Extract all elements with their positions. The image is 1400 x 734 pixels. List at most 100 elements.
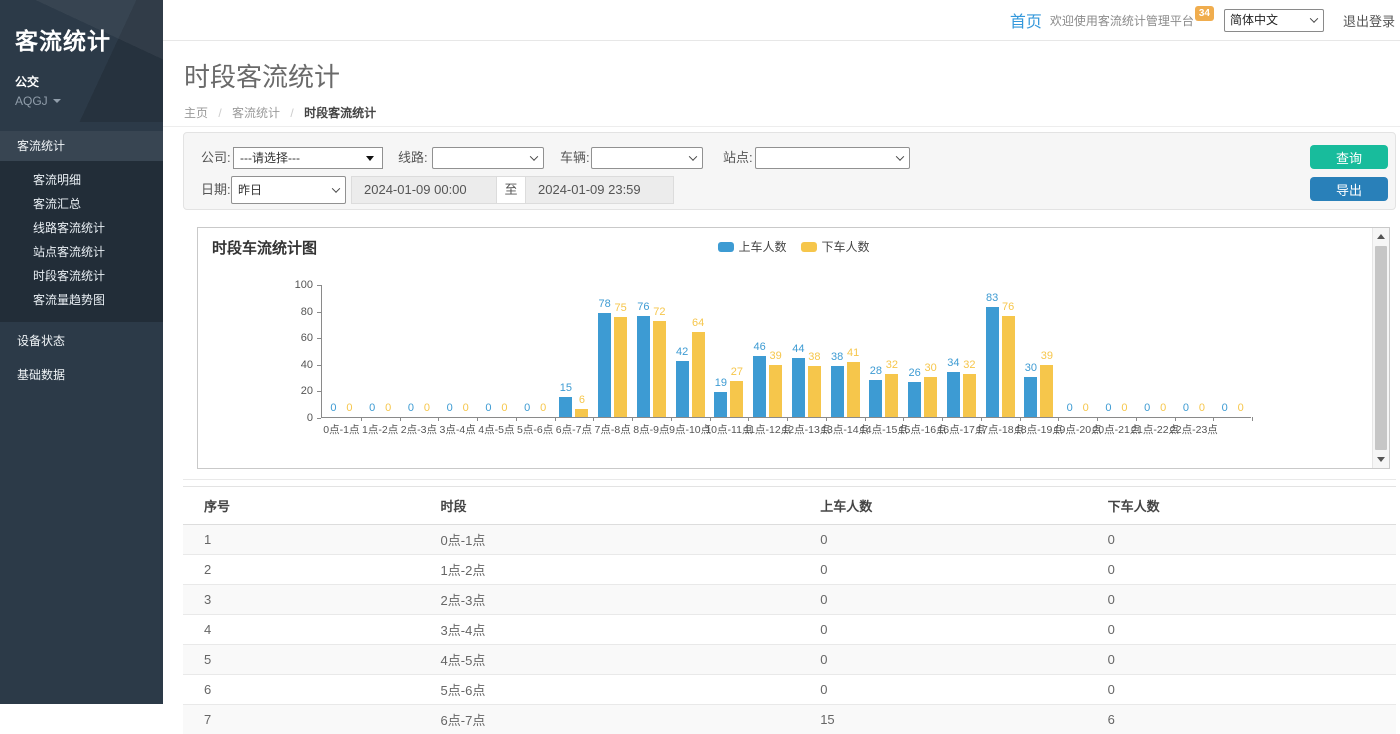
bar-series-1 bbox=[885, 374, 898, 417]
user-name: AQGJ bbox=[15, 94, 48, 108]
table-row: 65点-6点00 bbox=[183, 675, 1396, 705]
date-from-input[interactable]: 2024-01-09 00:00 bbox=[351, 176, 497, 204]
sidebar-subitem[interactable]: 客流汇总 bbox=[0, 192, 163, 216]
breadcrumb-passenger-stats[interactable]: 客流统计 bbox=[232, 106, 280, 120]
scroll-up-icon[interactable] bbox=[1377, 234, 1385, 239]
bar-value-label: 38 bbox=[831, 351, 843, 363]
bar-series-1 bbox=[963, 374, 976, 417]
sidebar-subitem[interactable]: 时段客流统计 bbox=[0, 264, 163, 288]
bar-value-label: 75 bbox=[615, 302, 627, 314]
x-axis-tick bbox=[593, 417, 594, 421]
bar-value-label: 0 bbox=[501, 402, 507, 414]
sidebar-subitem[interactable]: 线路客流统计 bbox=[0, 216, 163, 240]
bar-series-1 bbox=[769, 365, 782, 417]
bar-value-label: 15 bbox=[560, 382, 572, 394]
x-axis-tick bbox=[555, 417, 556, 421]
x-axis-tick bbox=[1058, 417, 1059, 421]
breadcrumb: 主页 / 客流统计 / 时段客流统计 bbox=[184, 104, 1400, 121]
line-label: 线路: bbox=[398, 147, 428, 169]
table-cell: 0 bbox=[799, 615, 1086, 645]
table-cell: 5 bbox=[183, 645, 420, 675]
bar-value-label: 30 bbox=[925, 362, 937, 374]
bar-value-label: 0 bbox=[1105, 402, 1111, 414]
sidebar-subitem[interactable]: 站点客流统计 bbox=[0, 240, 163, 264]
logout-link[interactable]: 退出登录 bbox=[1343, 11, 1395, 30]
y-axis-tick bbox=[317, 338, 321, 339]
time-period-table: 序号 时段 上车人数 下车人数 10点-1点0021点-2点0032点-3点00… bbox=[183, 486, 1396, 734]
chart-legend: 上车人数 下车人数 bbox=[717, 238, 869, 255]
line-select[interactable] bbox=[432, 147, 544, 169]
bar-value-label: 0 bbox=[385, 402, 391, 414]
bar-value-label: 32 bbox=[963, 359, 975, 371]
date-preset-select[interactable]: 昨日 bbox=[231, 176, 346, 204]
x-axis-tick bbox=[787, 417, 788, 421]
bar-value-label: 0 bbox=[330, 402, 336, 414]
org-label: 公交 bbox=[15, 73, 148, 90]
legend-label-boarding: 上车人数 bbox=[738, 238, 786, 255]
bar-value-label: 76 bbox=[637, 301, 649, 313]
sidebar: 客流统计 公交 AQGJ 客流统计 客流明细客流汇总线路客流统计站点客流统计时段… bbox=[0, 0, 163, 704]
station-select[interactable] bbox=[755, 147, 910, 169]
user-dropdown[interactable]: AQGJ bbox=[15, 94, 148, 108]
vehicle-select[interactable] bbox=[591, 147, 703, 169]
sidebar-item-device-status[interactable]: 设备状态 bbox=[0, 326, 163, 356]
table-cell: 2 bbox=[183, 555, 420, 585]
sidebar-item-base-data[interactable]: 基础数据 bbox=[0, 360, 163, 390]
y-axis-tick bbox=[317, 312, 321, 313]
bar-series-0 bbox=[908, 382, 921, 417]
dropdown-arrow-icon bbox=[366, 156, 374, 161]
company-label: 公司: bbox=[201, 147, 231, 169]
bar-value-label: 38 bbox=[808, 351, 820, 363]
bar-series-1 bbox=[847, 362, 860, 417]
chart-plot: 020406080100000点-1点001点-2点002点-3点003点-4点… bbox=[321, 285, 1251, 418]
main-area: 首页 欢迎使用客流统计管理平台 34 简体中文 退出登录 时段客流统计 主页 /… bbox=[163, 0, 1400, 704]
vehicle-label: 车辆: bbox=[560, 147, 590, 169]
bar-series-0 bbox=[559, 397, 572, 417]
station-select-wrap bbox=[755, 147, 910, 169]
y-axis-tick bbox=[317, 365, 321, 366]
language-select[interactable]: 简体中文 bbox=[1224, 9, 1324, 32]
scrollbar-thumb[interactable] bbox=[1375, 246, 1387, 450]
bar-value-label: 0 bbox=[424, 402, 430, 414]
date-to-input[interactable]: 2024-01-09 23:59 bbox=[525, 176, 674, 204]
sidebar-subitem[interactable]: 客流明细 bbox=[0, 168, 163, 192]
x-axis-tick bbox=[671, 417, 672, 421]
home-link[interactable]: 首页 bbox=[1010, 8, 1042, 32]
company-select[interactable]: ---请选择--- bbox=[233, 147, 383, 169]
x-axis-label: 5点-6点 bbox=[517, 422, 553, 437]
x-axis-tick bbox=[981, 417, 982, 421]
scroll-down-icon[interactable] bbox=[1377, 457, 1385, 462]
x-axis-tick bbox=[516, 417, 517, 421]
chart-vertical-scrollbar[interactable] bbox=[1372, 228, 1389, 468]
x-axis-label: 0点-1点 bbox=[323, 422, 359, 437]
bar-series-1 bbox=[1002, 316, 1015, 417]
table-row: 10点-1点00 bbox=[183, 525, 1396, 555]
x-axis-tick bbox=[826, 417, 827, 421]
sidebar-section-passenger-stats[interactable]: 客流统计 bbox=[0, 131, 163, 161]
bar-value-label: 0 bbox=[1199, 402, 1205, 414]
x-axis-tick bbox=[748, 417, 749, 421]
table-cell: 0 bbox=[1087, 555, 1396, 585]
breadcrumb-home[interactable]: 主页 bbox=[184, 106, 208, 120]
sidebar-subitem[interactable]: 客流量趋势图 bbox=[0, 288, 163, 312]
export-button[interactable]: 导出 bbox=[1310, 177, 1388, 201]
x-axis-label: 8点-9点 bbox=[633, 422, 669, 437]
bar-value-label: 0 bbox=[346, 402, 352, 414]
bar-series-0 bbox=[792, 358, 805, 417]
table-cell: 0点-1点 bbox=[420, 525, 800, 555]
chevron-down-icon bbox=[53, 99, 61, 103]
table-cell: 0 bbox=[1087, 675, 1396, 705]
date-range-separator: 至 bbox=[497, 176, 525, 204]
sidebar-menu: 客流统计 客流明细客流汇总线路客流统计站点客流统计时段客流统计客流量趋势图 设备… bbox=[0, 131, 163, 390]
x-axis-tick bbox=[1097, 417, 1098, 421]
bar-series-1 bbox=[575, 409, 588, 417]
table-cell: 3点-4点 bbox=[420, 615, 800, 645]
date-label: 日期: bbox=[201, 176, 231, 204]
query-button[interactable]: 查询 bbox=[1310, 145, 1388, 169]
section-divider bbox=[183, 479, 1396, 480]
table-row: 76点-7点156 bbox=[183, 705, 1396, 734]
x-axis-tick bbox=[942, 417, 943, 421]
x-axis-label: 2点-3点 bbox=[401, 422, 437, 437]
bar-value-label: 42 bbox=[676, 346, 688, 358]
x-axis-tick bbox=[1175, 417, 1176, 421]
